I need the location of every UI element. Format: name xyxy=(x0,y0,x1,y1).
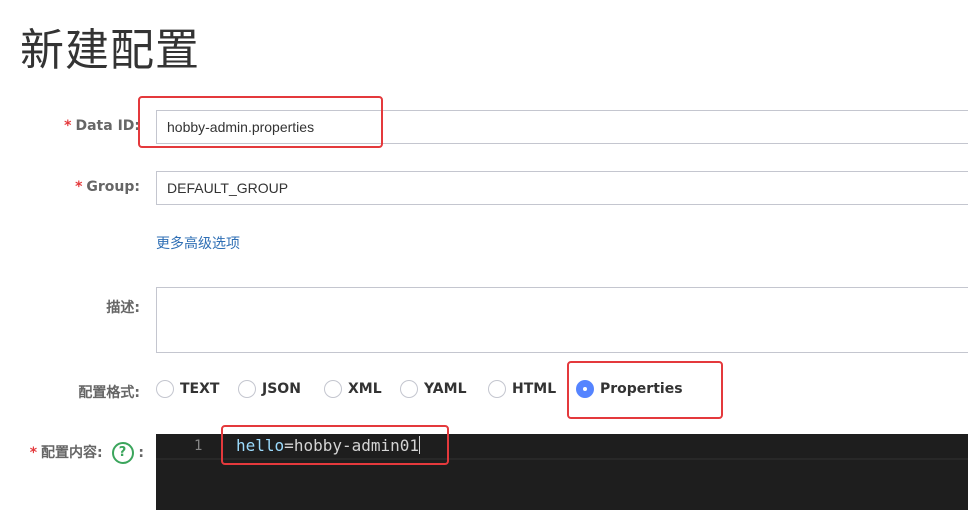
data-id-input[interactable]: hobby-admin.properties xyxy=(156,110,968,144)
format-option-label: XML xyxy=(348,381,382,397)
radio-circle-icon xyxy=(156,380,174,398)
data-id-value: hobby-admin.properties xyxy=(167,119,315,135)
code-equals: = xyxy=(284,436,294,455)
question-circle-icon[interactable]: ? xyxy=(111,442,134,464)
format-radio-yaml[interactable]: YAML xyxy=(400,378,467,400)
required-mark: * xyxy=(75,179,83,195)
code-value: hobby-admin01 xyxy=(293,436,420,455)
format-radio-xml[interactable]: XML xyxy=(324,378,382,400)
code-line: hello=hobby-admin01 xyxy=(236,436,421,455)
format-option-label: TEXT xyxy=(180,381,220,397)
data-id-label-text: Data ID: xyxy=(75,118,140,134)
required-mark: * xyxy=(64,118,72,134)
format-option-label: Properties xyxy=(600,381,683,397)
format-option-label: YAML xyxy=(424,381,467,397)
radio-checked-icon xyxy=(576,380,594,398)
description-label: 描述: xyxy=(106,300,140,316)
code-key: hello xyxy=(236,436,285,455)
format-radio-text[interactable]: TEXT xyxy=(156,378,219,400)
page-title: 新建配置 xyxy=(20,25,200,76)
content-label-colon: : xyxy=(138,445,144,461)
radio-circle-icon xyxy=(238,380,256,398)
format-radio-html[interactable]: HTML xyxy=(488,378,556,400)
group-value: DEFAULT_GROUP xyxy=(167,180,289,196)
data-id-label: * Data ID: xyxy=(20,118,140,134)
format-radio-properties[interactable]: Properties xyxy=(576,378,683,400)
line-number: 1 xyxy=(194,438,203,454)
format-radio-json[interactable]: JSON xyxy=(238,378,301,400)
group-input[interactable]: DEFAULT_GROUP xyxy=(156,171,968,205)
radio-circle-icon xyxy=(488,380,506,398)
radio-circle-icon xyxy=(324,380,342,398)
content-label: * 配置内容: ? : xyxy=(20,442,144,464)
radio-circle-icon xyxy=(400,380,418,398)
format-label: 配置格式: xyxy=(78,385,140,401)
text-cursor xyxy=(419,436,421,454)
group-label-text: Group: xyxy=(86,179,140,195)
format-option-label: HTML xyxy=(512,381,557,397)
content-label-text: 配置内容: xyxy=(41,445,103,461)
description-textarea[interactable] xyxy=(156,287,968,353)
code-editor[interactable]: 1 hello=hobby-admin01 xyxy=(156,434,968,510)
advanced-options-link[interactable]: 更多高级选项 xyxy=(156,233,240,253)
group-label: * Group: xyxy=(20,179,140,195)
required-mark: * xyxy=(29,445,38,461)
format-option-label: JSON xyxy=(262,381,301,397)
